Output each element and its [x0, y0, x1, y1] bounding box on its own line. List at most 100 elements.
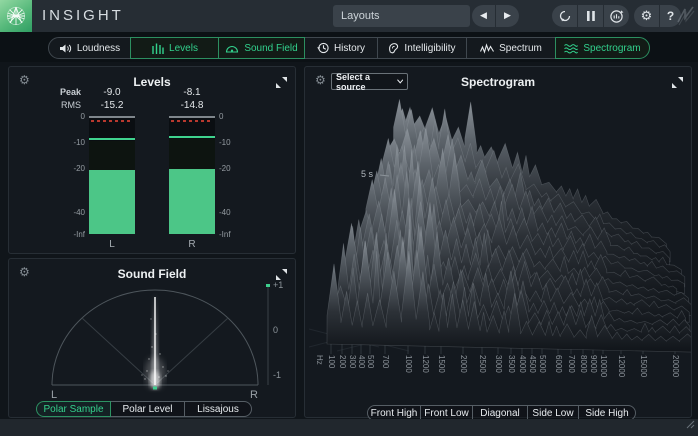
balance-marker: [153, 386, 157, 390]
freq-label: 3500: [507, 355, 516, 373]
freq-label: 400: [357, 355, 366, 369]
app-title: INSIGHT: [42, 7, 124, 24]
left-channel-label: L: [51, 389, 58, 401]
freq-label: 2500: [478, 355, 487, 373]
peak-value-left: -9.0: [103, 87, 121, 98]
spectrum-icon: [480, 42, 495, 54]
clip-warning-dashes: [91, 120, 133, 122]
zero-db-line: [89, 116, 135, 118]
rms-value-right: -14.8: [180, 100, 204, 111]
layouts-label: Layouts: [341, 10, 380, 22]
izotope-wave-logo: [676, 4, 696, 33]
tab-loudness[interactable]: Loudness: [48, 37, 131, 59]
freq-label: 5000: [538, 355, 547, 373]
meter-shade: [169, 139, 215, 170]
insight-window: INSIGHT Layouts ◀ ▶ ⚙ ? Loudness Levels …: [0, 0, 698, 436]
meter-fill: [169, 169, 215, 234]
rms-value-left: -15.2: [100, 100, 124, 111]
tab-sound-field[interactable]: Sound Field: [218, 37, 305, 59]
freq-label: 6000: [554, 355, 563, 373]
clip-warning-dashes: [171, 120, 213, 122]
loop-icon: [559, 10, 570, 22]
freq-label: 20000: [671, 355, 680, 378]
tab-label: Sound Field: [244, 42, 298, 54]
history-clock-icon: [317, 42, 329, 54]
freq-label: 100: [327, 355, 336, 369]
tab-label: History: [333, 42, 366, 54]
channel-label-left: L: [109, 239, 115, 250]
gear-icon: ⚙: [640, 8, 653, 24]
sound-field-icon: [226, 45, 239, 53]
tabs-row: Loudness Levels Sound Field History Inte…: [48, 37, 650, 59]
sound-field-mode-switcher: Polar Sample Polar Level Lissajous: [36, 401, 252, 417]
lissajous-button[interactable]: Lissajous: [184, 401, 252, 417]
correlation-tick-plus1: +1: [273, 280, 284, 290]
db-tick-label: -40: [73, 208, 85, 217]
pause-icon: [586, 11, 595, 21]
tab-intelligibility[interactable]: Intelligibility: [377, 37, 467, 59]
polar-level-button[interactable]: Polar Level: [110, 401, 185, 417]
db-tick-label: 0: [219, 112, 224, 121]
izotope-logo: [0, 0, 32, 32]
freq-label: 2000: [459, 355, 468, 373]
meter-left-channel: [89, 116, 135, 234]
meter-fill: [89, 170, 135, 234]
window-footer: [0, 419, 698, 436]
source-selector-dropdown[interactable]: Select a source: [331, 71, 408, 92]
settings-help-group: ⚙ ?: [634, 5, 681, 27]
tab-label: Loudness: [76, 42, 121, 54]
levels-panel: ⚙ Levels Peak RMS -9.0 -15.2 -8.1 -14.8 …: [8, 66, 296, 254]
spectrogram-expand-icon[interactable]: [672, 75, 683, 93]
db-tick-label: -10: [219, 138, 231, 147]
levels-expand-icon[interactable]: [276, 75, 287, 93]
speaker-icon: [59, 44, 71, 52]
freq-label: 1500: [437, 355, 446, 373]
waterfall-3d-display: [308, 99, 691, 354]
tab-spectrogram[interactable]: Spectrogram: [555, 37, 650, 59]
db-tick-label: -40: [219, 208, 231, 217]
db-tick-label: 0: [80, 112, 85, 121]
freq-label: 10000: [599, 355, 608, 378]
view-tab-bar: Loudness Levels Sound Field History Inte…: [0, 32, 698, 62]
tab-history[interactable]: History: [304, 37, 378, 59]
tab-label: Levels: [169, 42, 198, 54]
chevron-down-icon: [396, 79, 403, 84]
source-selector-value: Select a source: [336, 71, 371, 92]
correlation-marker: [266, 284, 270, 287]
freq-label: 4000: [518, 355, 527, 373]
resize-grip[interactable]: [683, 416, 695, 434]
help-icon: ?: [666, 9, 675, 23]
next-layout-button[interactable]: ▶: [495, 5, 519, 27]
freq-label: Hz: [315, 355, 324, 365]
prev-layout-button[interactable]: ◀: [472, 5, 495, 27]
starburst-icon: [7, 6, 25, 25]
freq-label: 300: [348, 355, 357, 369]
transport-group: [552, 5, 629, 27]
freq-label: 4500: [528, 355, 537, 373]
reset-meters-button[interactable]: [603, 5, 629, 27]
polar-sample-button[interactable]: Polar Sample: [36, 401, 111, 417]
freq-label: 3000: [494, 355, 503, 373]
channel-label-right: R: [188, 239, 196, 250]
settings-button[interactable]: ⚙: [634, 5, 659, 27]
ear-icon: [389, 43, 399, 54]
peak-value-right: -8.1: [183, 87, 201, 98]
layout-nav: ◀ ▶: [472, 5, 519, 27]
loop-reset-button[interactable]: [552, 5, 577, 27]
spectrogram-panel: ⚙ Spectrogram Select a source 5 s Hz 100…: [304, 66, 692, 421]
peak-hold-line: [169, 136, 215, 139]
tab-levels[interactable]: Levels: [130, 37, 219, 59]
freq-label: 700: [381, 355, 390, 369]
freq-label: 7000: [567, 355, 576, 373]
freq-label: 15000: [639, 355, 648, 378]
tab-spectrum[interactable]: Spectrum: [466, 37, 556, 59]
meter-right-channel: [169, 116, 215, 234]
correlation-tick-minus1: -1: [273, 370, 282, 380]
wave-icon: [677, 6, 695, 26]
layouts-dropdown[interactable]: Layouts: [333, 5, 470, 27]
pause-button[interactable]: [577, 5, 603, 27]
freq-label: 1000: [404, 355, 413, 373]
tab-label: Intelligibility: [404, 42, 456, 54]
time-axis-label: 5 s: [361, 169, 374, 179]
meter-shade: [89, 141, 135, 171]
